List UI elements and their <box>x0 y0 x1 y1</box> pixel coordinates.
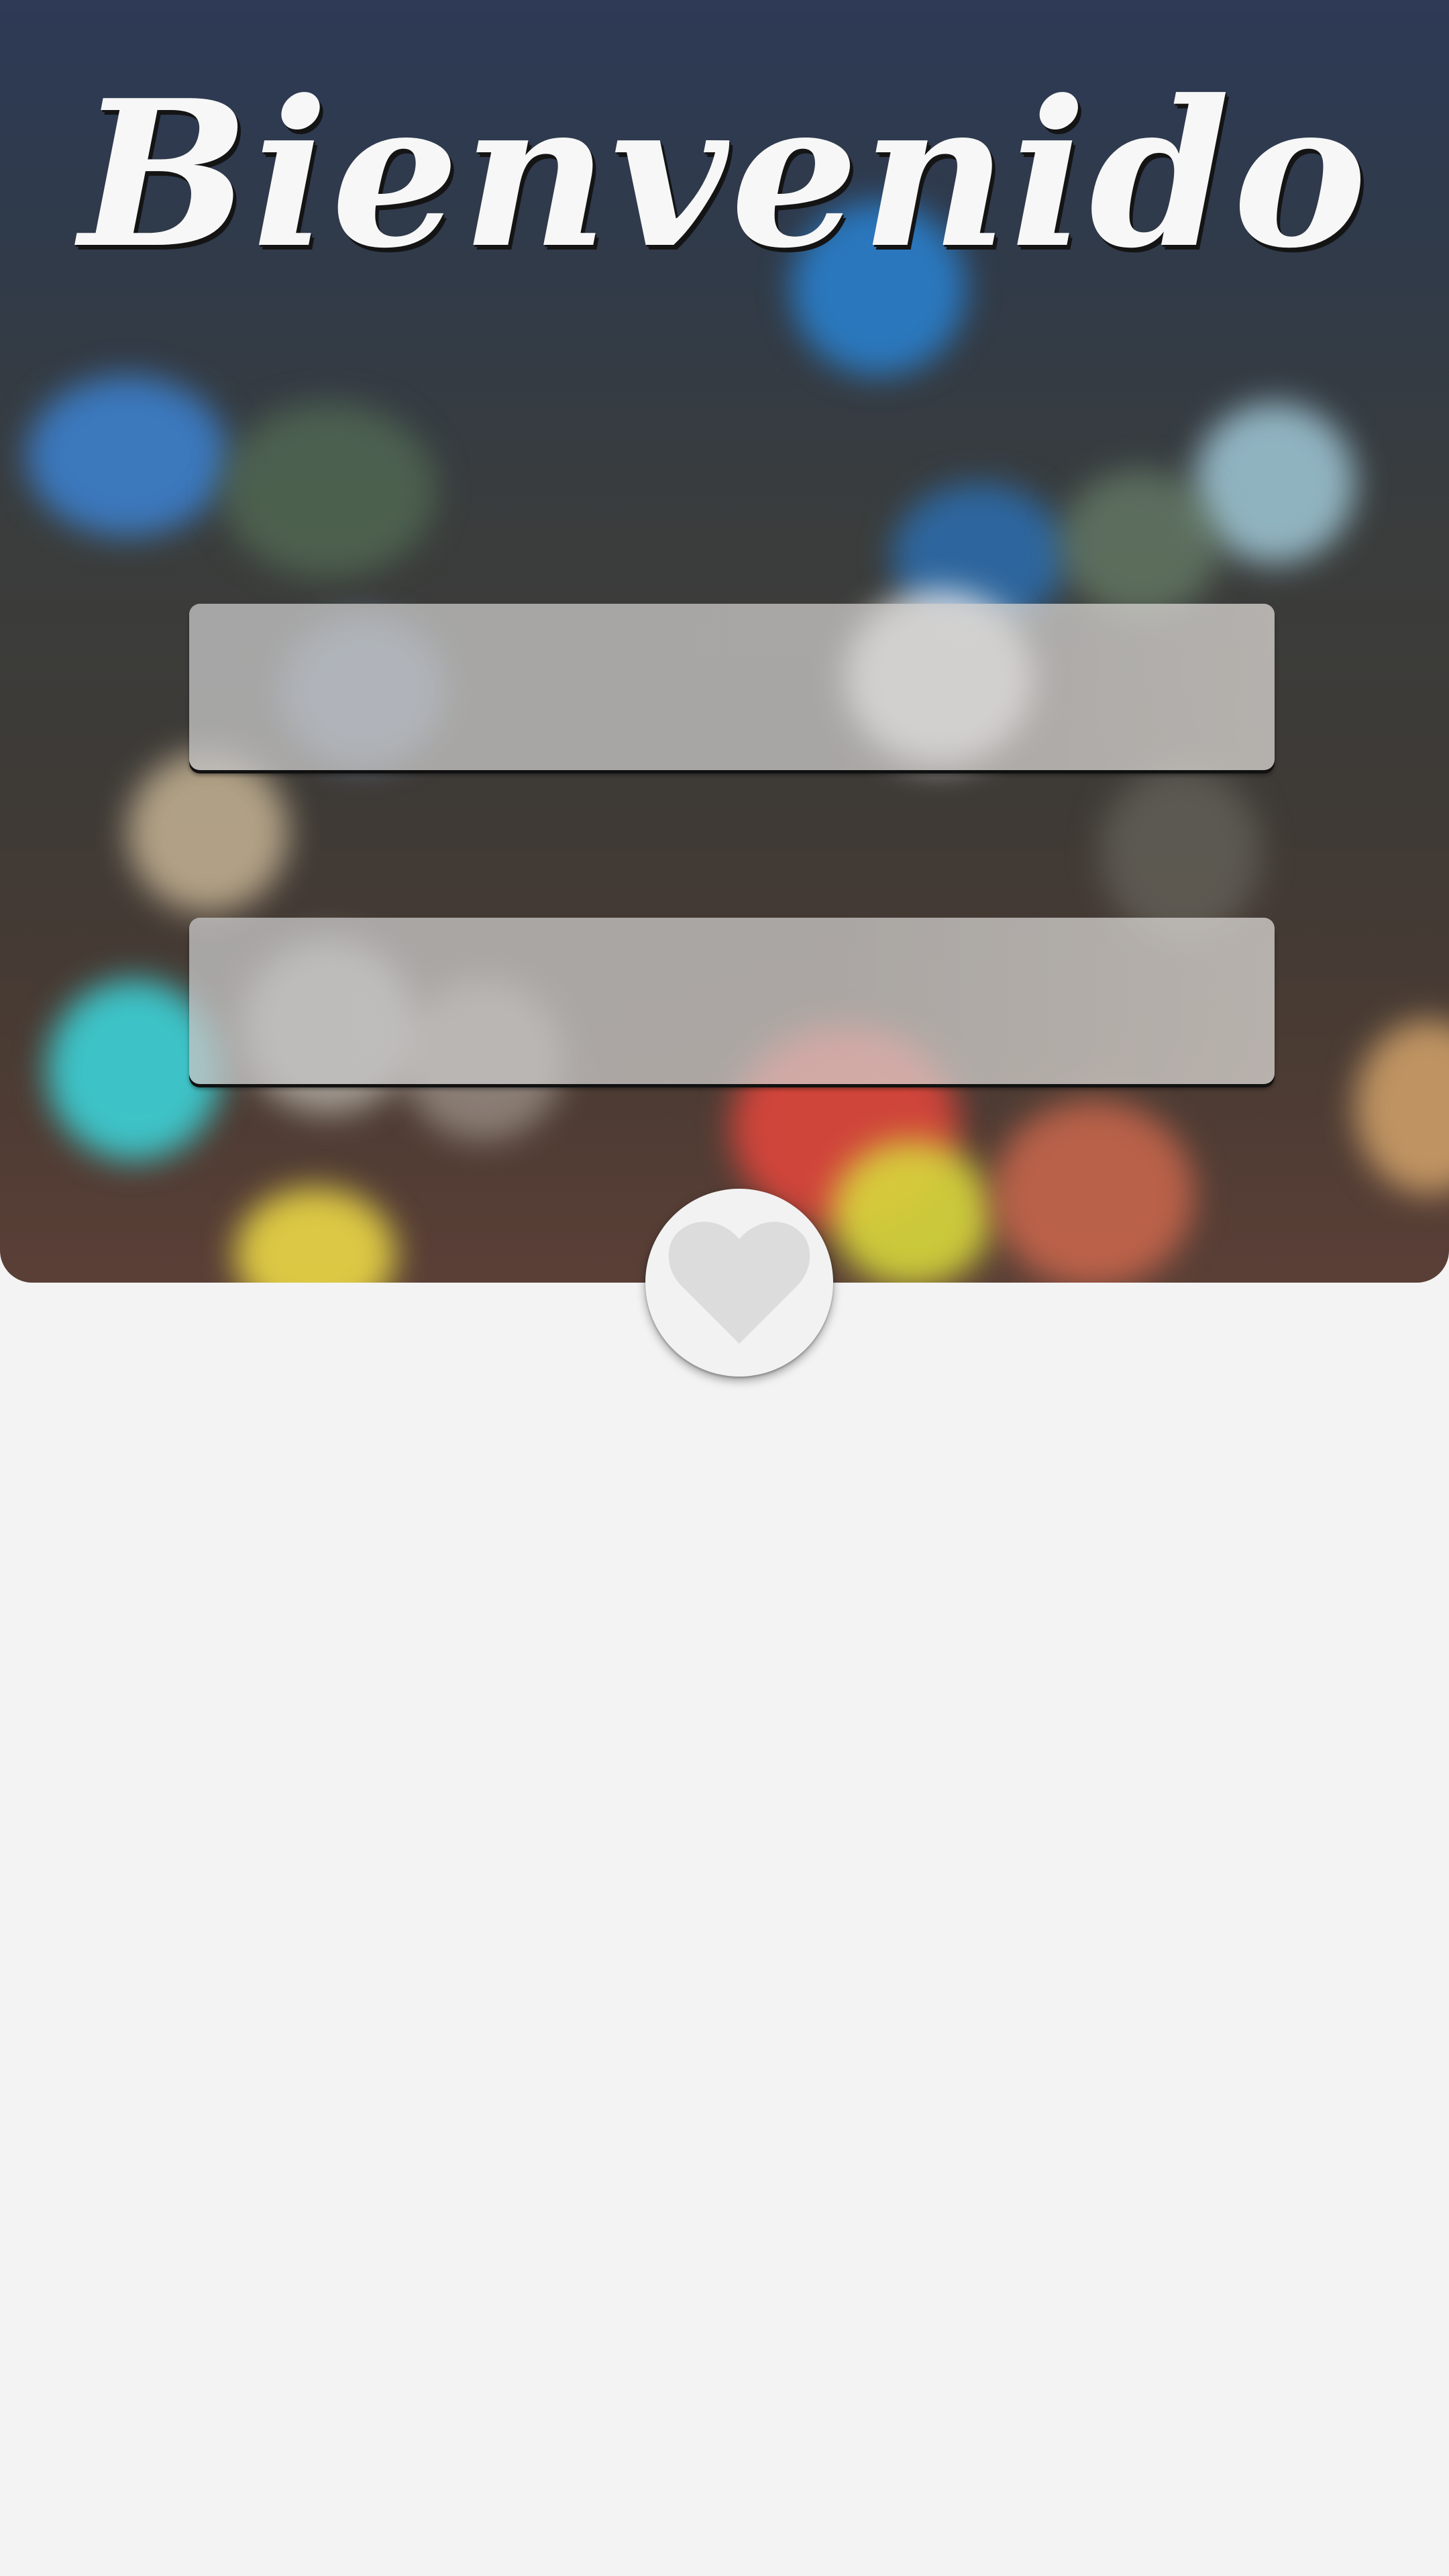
bokeh-light <box>1355 1020 1449 1194</box>
bokeh-light <box>127 751 288 912</box>
heart-submit-button[interactable] <box>645 1189 833 1377</box>
bokeh-light <box>27 376 228 537</box>
heart-icon <box>668 1219 810 1346</box>
welcome-title: Bienvenido <box>79 56 1370 292</box>
second-input-field[interactable] <box>189 918 1275 1084</box>
login-screen: Bienvenido <box>0 0 1449 2576</box>
bokeh-light <box>1100 765 1261 939</box>
bokeh-light <box>235 1187 396 1283</box>
first-input-field[interactable] <box>189 604 1275 770</box>
bokeh-light <box>221 402 436 577</box>
heart-icon-svg <box>668 1222 810 1344</box>
bokeh-light <box>832 1140 993 1283</box>
bokeh-light <box>1060 470 1221 617</box>
hero-background: Bienvenido <box>0 0 1449 1283</box>
bokeh-light <box>993 1100 1194 1283</box>
